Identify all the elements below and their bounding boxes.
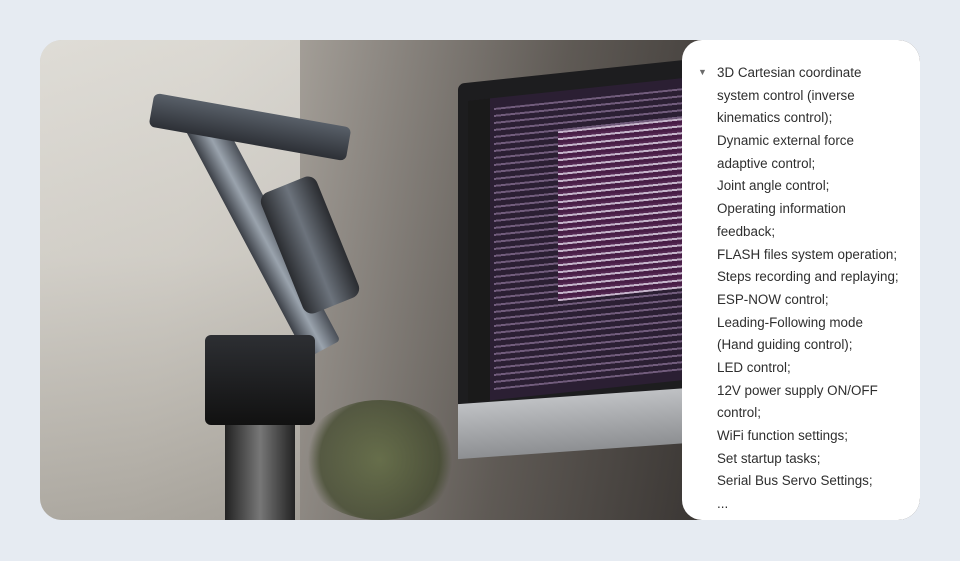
feature-line: Operating information — [717, 201, 846, 217]
feature-line: 3D Cartesian coordinate — [717, 65, 862, 80]
feature-line: WiFi function settings; — [717, 428, 848, 443]
feature-line: Dynamic external force — [717, 133, 854, 149]
feature-line: kinematics control); — [717, 110, 833, 126]
feature-list-panel: ▼ 3D Cartesian coordinate system control … — [682, 40, 920, 520]
feature-line: Leading-Following mode — [717, 314, 863, 330]
feature-line: Joint angle control; — [717, 178, 830, 194]
robot-arm-base — [225, 425, 295, 520]
feature-line: Serial Bus Servo Settings; — [717, 473, 873, 489]
feature-line: 12V power supply ON/OFF — [717, 382, 878, 398]
robot-arm-base-joint — [205, 335, 315, 425]
feature-line: adaptive control; — [717, 155, 816, 171]
feature-line: Steps recording and replaying; — [717, 269, 899, 285]
feature-line: Set startup tasks; — [717, 450, 821, 466]
feature-line: (Hand guiding control); — [717, 337, 853, 353]
feature-line: LED control; — [717, 359, 791, 375]
feature-list: 3D Cartesian coordinate system control (i… — [717, 62, 899, 516]
triangle-down-icon: ▼ — [698, 67, 707, 77]
ubuntu-dock — [468, 98, 490, 403]
feature-line: system control (inverse — [717, 87, 855, 103]
feature-line: FLASH files system operation; — [717, 246, 898, 262]
feature-line: feedback; — [717, 223, 776, 239]
feature-line: ... — [717, 496, 729, 512]
plant — [300, 400, 460, 520]
feature-line: control; — [717, 405, 761, 421]
feature-line: ESP-NOW control; — [717, 291, 829, 307]
